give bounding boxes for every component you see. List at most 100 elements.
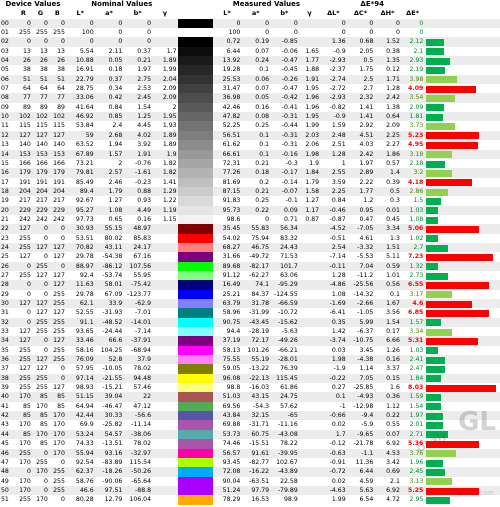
measured-a: -16.22 — [249, 468, 270, 476]
g-value: 217 — [36, 197, 48, 205]
measured-a: 0.25 — [255, 122, 270, 130]
delta-c: 1.41 — [359, 113, 374, 121]
color-swatch — [177, 93, 213, 103]
table-row: 06 51 51 51 22.79 0.37 2.75 2.04 25.53 0.06 -0.26 1… — [0, 74, 500, 85]
measured-b: 0 — [293, 29, 298, 37]
nominal-gamma: 2.09 — [162, 85, 177, 93]
delta-l: 0.02 — [331, 421, 346, 429]
delta-e-bar-fill — [426, 132, 480, 140]
column-header: ΔE* — [406, 9, 420, 18]
measured-a: -82.77 — [249, 458, 270, 466]
measured-l: 96.08 — [222, 374, 241, 382]
g-value: 191 — [36, 178, 48, 186]
delta-c: 0 — [369, 19, 374, 27]
delta-l: 0.84 — [331, 197, 346, 205]
r-value: 140 — [19, 141, 31, 149]
nominal-gamma: 1.93 — [162, 122, 177, 130]
delta-h: 2.1 — [390, 477, 400, 485]
color-swatch — [177, 224, 213, 234]
nominal-l: 53.84 — [75, 122, 94, 130]
nominal-l: 74.33 — [75, 440, 94, 448]
swatch-fill — [177, 74, 213, 85]
nominal-l: 67.89 — [75, 150, 94, 158]
g-value: 255 — [36, 29, 48, 37]
delta-c: 0.5 — [363, 57, 374, 65]
b-value: 140 — [53, 141, 65, 149]
table-row: 12 127 127 127 59 2.68 4.02 1.89 56.51 0.1 -0.31 2.… — [0, 130, 500, 141]
nominal-l: 100 — [81, 29, 94, 37]
delta-e-bar — [424, 187, 500, 196]
color-swatch — [177, 46, 213, 57]
nominal-b: -88.8 — [135, 486, 152, 494]
b-value: 0 — [61, 458, 65, 466]
measured-l: 81.69 — [222, 178, 241, 186]
delta-e-bar-fill — [426, 113, 443, 121]
r-value: 255 — [19, 29, 31, 37]
column-header: a* — [251, 9, 260, 18]
r-value: 89 — [23, 103, 31, 111]
patch-id: 14 — [1, 150, 9, 158]
delta-h: 1.3 — [390, 234, 400, 242]
table-row: 51 255 170 0 80.28 12.79 106.04 78.29 16.53 98.9 1… — [0, 495, 500, 505]
swatch-fill — [177, 18, 213, 29]
b-value: 64 — [57, 85, 65, 93]
nominal-l: 5.54 — [79, 47, 94, 55]
g-value: 102 — [36, 113, 48, 121]
delta-c: 6.54 — [359, 496, 374, 504]
measured-b: -0.31 — [281, 131, 298, 139]
nominal-a: 67.09 — [104, 290, 123, 298]
nominal-a: 2.68 — [108, 131, 123, 139]
delta-e: 0 — [419, 19, 424, 27]
nominal-b: 1.54 — [137, 103, 152, 111]
delta-e-bar-fill — [426, 169, 453, 177]
b-value: 191 — [53, 178, 65, 186]
delta-c: 5.63 — [359, 486, 374, 494]
patch-id: 26 — [1, 262, 9, 270]
nominal-l: 33.06 — [75, 94, 94, 102]
delta-e-bar — [424, 84, 500, 93]
delta-e: 4.6 — [412, 300, 424, 307]
column-header: ΔH* — [380, 9, 395, 18]
measured-b: -49.26 — [277, 337, 298, 345]
table-row: 18 204 204 204 89.4 1.79 0.88 1.29 87.15 0.21 -0.0… — [0, 186, 500, 197]
color-swatch — [177, 299, 213, 309]
delta-e-bar — [424, 112, 500, 121]
delta-e: 3.73 — [409, 122, 424, 130]
measured-b: 63.06 — [280, 271, 298, 279]
r-value: 0 — [26, 309, 31, 317]
b-value: 255 — [53, 356, 65, 364]
measured-a: -13.22 — [249, 365, 270, 373]
measured-l: 77.26 — [222, 169, 241, 177]
delta-c: 2.5 — [363, 75, 374, 83]
nominal-a: -15.21 — [102, 384, 123, 392]
delta-e-bar-fill — [426, 76, 458, 84]
measured-gamma: 2.06 — [305, 141, 320, 149]
delta-l: -1.9 — [333, 365, 346, 373]
nominal-l: 11.63 — [75, 281, 94, 289]
b-value: 170 — [53, 412, 65, 420]
nominal-gamma: 2.09 — [162, 94, 177, 102]
color-swatch — [177, 439, 213, 449]
delta-h: 0.17 — [386, 328, 400, 336]
swatch-fill — [177, 102, 213, 113]
measured-a: 0.21 — [255, 187, 270, 195]
nominal-b: 107.56 — [129, 262, 152, 270]
patch-id: 05 — [1, 66, 9, 74]
delta-e: 2.95 — [409, 496, 424, 504]
measured-gamma — [299, 299, 320, 308]
delta-e: 0 — [419, 29, 424, 37]
nominal-l: 80.28 — [75, 496, 94, 504]
delta-c: 7.04 — [359, 262, 374, 270]
b-value: 127 — [53, 271, 65, 279]
measured-l: 63.79 — [222, 300, 241, 307]
g-value: 0 — [43, 234, 48, 242]
b-value: 166 — [53, 159, 65, 167]
delta-c: 6.44 — [359, 468, 374, 476]
nominal-gamma — [152, 28, 178, 37]
table-row: 03 13 13 13 5.54 2.11 0.37 1.7 6.44 0.07 -0.06 1.65… — [0, 46, 500, 57]
g-value: 85 — [40, 412, 48, 420]
nominal-l: 46.92 — [75, 113, 94, 121]
color-swatch — [177, 373, 213, 384]
patch-id: 09 — [1, 103, 9, 111]
color-swatch — [177, 355, 213, 365]
